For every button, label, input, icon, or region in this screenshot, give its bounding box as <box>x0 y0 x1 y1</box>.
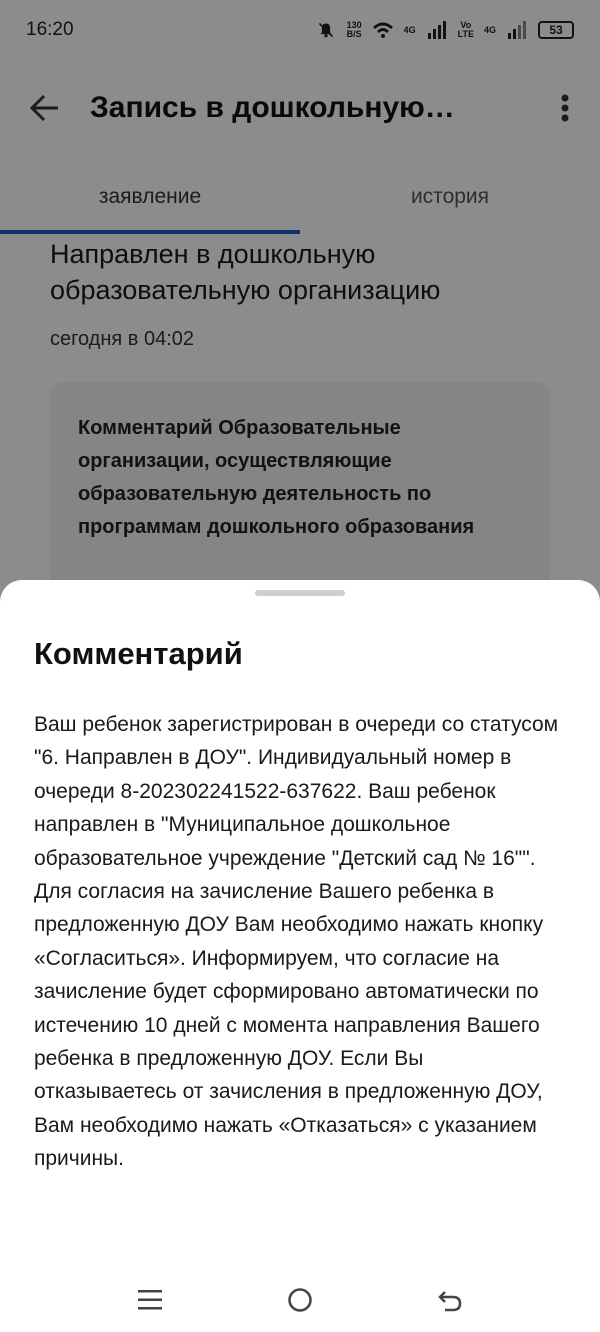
home-circle-icon <box>288 1288 312 1312</box>
nav-menu-button[interactable] <box>130 1280 170 1320</box>
system-nav-bar <box>0 1268 600 1332</box>
sheet-body-text: Ваш ребенок зарегистрирован в очереди со… <box>34 713 559 1171</box>
comment-bottom-sheet: Комментарий Ваш ребенок зарегистрирован … <box>0 580 600 1332</box>
sheet-drag-handle[interactable] <box>255 590 345 596</box>
back-icon <box>438 1291 462 1312</box>
nav-home-button[interactable] <box>280 1280 320 1320</box>
nav-back-button[interactable] <box>430 1280 470 1320</box>
sheet-title: Комментарий <box>34 636 243 671</box>
menu-icon <box>138 1290 162 1310</box>
